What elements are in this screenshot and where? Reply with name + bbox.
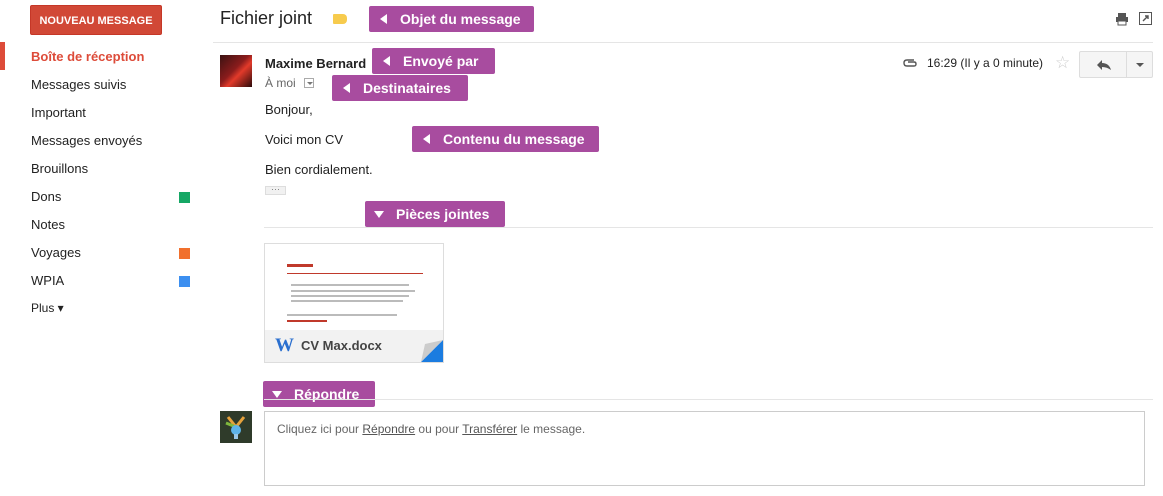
label-color-dons [179,192,190,203]
label-color-voyages [179,248,190,259]
reply-prompt: Cliquez ici pour Répondre ou pour Transf… [277,422,585,436]
sidebar-item-drafts[interactable]: Brouillons [31,159,88,179]
body-line: Bien cordialement. [265,162,373,177]
active-indicator [0,42,5,70]
annotation-sender: Envoyé par [372,48,495,74]
new-window-icon[interactable] [1139,12,1152,25]
body-line: Bonjour, [265,102,313,117]
reply-link[interactable]: Répondre [362,422,415,436]
annotation-content: Contenu du message [412,126,599,152]
compose-button[interactable]: NOUVEAU MESSAGE [30,5,162,35]
annotation-recipients-text: Destinataires [363,80,451,96]
divider [264,399,1153,400]
attachment-filename[interactable]: CV Max.docx [301,338,382,353]
sidebar-item-notes[interactable]: Notes [31,215,65,235]
word-document-icon: W [275,335,294,356]
annotation-sender-text: Envoyé par [403,53,479,69]
print-icon[interactable] [1115,12,1129,26]
arrow-down-icon [272,391,282,398]
page-fold-icon [421,340,443,362]
lightbulb-icon [225,416,246,439]
reply-prompt-text: ou pour [415,422,463,436]
arrow-left-icon [380,14,387,24]
body-line: Voici mon CV [265,132,344,147]
divider [264,227,1153,228]
annotation-content-text: Contenu du message [443,131,585,147]
label-tag-icon[interactable] [333,14,347,24]
more-actions-button[interactable] [1126,51,1153,78]
recipient-label: À moi [265,76,296,90]
sidebar-item-sent[interactable]: Messages envoyés [31,131,142,151]
annotation-subject: Objet du message [369,6,534,32]
annotation-attachments: Pièces jointes [365,201,505,227]
annotation-recipients: Destinataires [332,75,468,101]
sender-name[interactable]: Maxime Bernard [265,56,366,71]
sidebar-item-important[interactable]: Important [31,103,86,123]
reply-button[interactable] [1079,51,1127,78]
arrow-left-icon [383,56,390,66]
reply-prompt-text: Cliquez ici pour [277,422,363,436]
annotation-reply: Répondre [263,381,375,407]
sidebar-item-starred[interactable]: Messages suivis [31,75,126,95]
sidebar-item-inbox[interactable]: Boîte de réception [31,47,144,67]
reply-arrow-icon [1097,60,1111,70]
arrow-left-icon [423,134,430,144]
show-details-button[interactable] [304,78,314,88]
message-subject: Fichier joint [220,8,313,28]
sidebar-item-dons[interactable]: Dons [31,187,61,207]
message-time: 16:29 (Il y a 0 minute) [927,56,1044,70]
forward-link[interactable]: Transférer [462,422,517,436]
label-color-wpia [179,276,190,287]
paperclip-icon [903,59,917,67]
user-avatar[interactable] [220,411,252,443]
show-trimmed-content-button[interactable]: ··· [265,185,286,195]
document-preview [287,264,423,322]
sidebar-item-wpia[interactable]: WPIA [31,271,64,291]
attachment-card[interactable]: W CV Max.docx [264,243,444,363]
sidebar-item-voyages[interactable]: Voyages [31,243,81,263]
annotation-subject-text: Objet du message [400,11,521,27]
attachment-footer: W CV Max.docx [265,330,443,362]
reply-box[interactable]: Cliquez ici pour Répondre ou pour Transf… [264,411,1145,486]
annotation-attachments-text: Pièces jointes [396,206,490,222]
arrow-down-icon [374,211,384,218]
annotation-reply-text: Répondre [294,386,360,402]
divider [213,42,1153,43]
star-icon[interactable]: ☆ [1055,53,1070,73]
reply-prompt-text: le message. [517,422,586,436]
arrow-left-icon [343,83,350,93]
sidebar-more-button[interactable]: Plus ▾ [31,298,64,318]
sender-avatar[interactable] [220,55,252,87]
